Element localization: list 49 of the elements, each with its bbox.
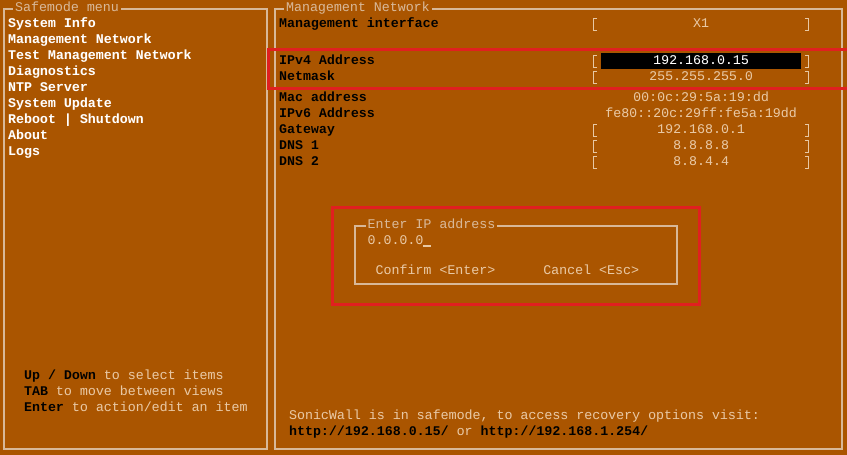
info-value: fe80::20c:29ff:fe5a:19dd — [604, 106, 798, 122]
field-label: Mac address — [279, 90, 368, 106]
dialog-button[interactable]: Cancel <Esc> — [543, 263, 639, 279]
bracket-icon — [593, 18, 597, 30]
bracket-icon — [805, 18, 809, 30]
field-label: Netmask — [279, 69, 336, 85]
menu-item[interactable]: NTP Server — [8, 80, 88, 96]
bracket-icon — [593, 156, 597, 168]
bracket-icon — [805, 140, 809, 152]
bracket-icon — [805, 124, 809, 136]
menu-item[interactable]: Test Management Network — [8, 48, 192, 64]
menu-item[interactable]: System Info — [8, 16, 96, 32]
safemode-message: SonicWall is in safemode, to access recovery options visit: — [289, 408, 761, 424]
menu-item[interactable]: Reboot | Shutdown — [8, 112, 144, 128]
dialog-button[interactable]: Confirm <Enter> — [376, 263, 496, 279]
menu-item[interactable]: Logs — [8, 144, 40, 160]
field-value[interactable]: 192.168.0.1 — [601, 122, 801, 138]
bracket-icon — [593, 124, 597, 136]
field-value[interactable]: 8.8.8.8 — [601, 138, 801, 154]
bracket-icon — [593, 70, 597, 84]
field-label: Gateway — [279, 122, 336, 138]
ip-input-field[interactable]: 0.0.0.0 — [368, 233, 432, 249]
bracket-icon — [593, 54, 597, 68]
field-value[interactable]: X1 — [601, 16, 801, 32]
field-label: DNS 2 — [279, 154, 320, 170]
menu-item[interactable]: About — [8, 128, 48, 144]
field-label: DNS 1 — [279, 138, 320, 154]
field-label: Management interface — [279, 16, 440, 32]
field-value[interactable]: 8.8.4.4 — [601, 154, 801, 170]
menu-item[interactable]: Diagnostics — [8, 64, 96, 80]
recovery-link[interactable]: http://192.168.1.254/ — [480, 424, 648, 439]
help-text: Enter to action/edit an item — [24, 400, 248, 416]
menu-item[interactable]: Management Network — [8, 32, 152, 48]
field-value[interactable]: 255.255.255.0 — [601, 69, 801, 85]
bracket-icon — [593, 140, 597, 152]
field-value[interactable]: 192.168.0.15 — [601, 53, 801, 69]
help-text: TAB to move between views — [24, 384, 225, 400]
bracket-icon — [805, 156, 809, 168]
panel-title: Management Network — [284, 0, 432, 16]
recovery-link[interactable]: http://192.168.0.15/ — [289, 424, 449, 439]
bracket-icon — [805, 54, 809, 68]
menu-item[interactable]: System Update — [8, 96, 112, 112]
bracket-icon — [805, 70, 809, 84]
field-label: IPv6 Address — [279, 106, 376, 122]
field-label: IPv4 Address — [279, 53, 376, 69]
text-cursor-icon — [423, 245, 432, 247]
recovery-links-line: http://192.168.0.15/ or http://192.168.1.254/ — [289, 424, 650, 440]
info-value: 00:0c:29:5a:19:dd — [632, 90, 770, 106]
help-text: Up / Down to select items — [24, 368, 224, 384]
